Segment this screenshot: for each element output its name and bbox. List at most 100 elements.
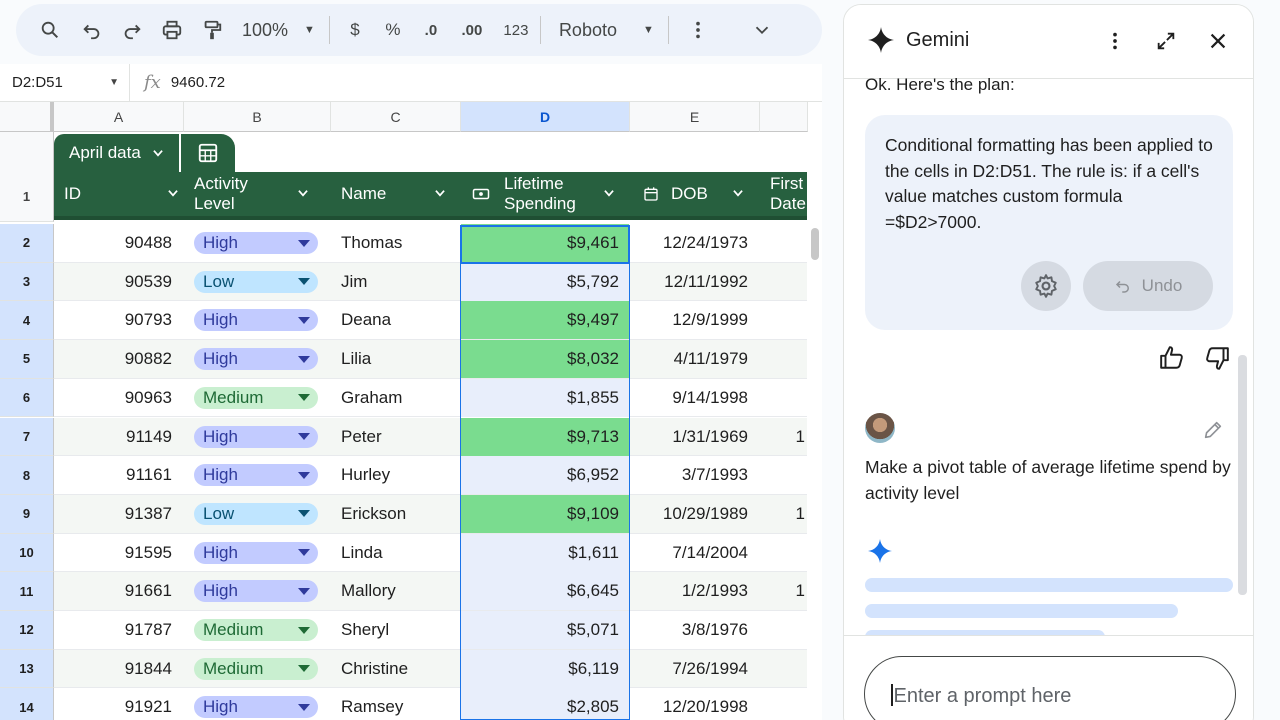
cell-first-date[interactable] (758, 263, 807, 301)
header-activity[interactable]: Activity Level (194, 172, 324, 216)
column-header-b[interactable]: B (184, 102, 331, 132)
cell-first-date[interactable] (758, 340, 807, 378)
cell-activity[interactable]: Medium (194, 379, 318, 417)
header-id[interactable]: ID (64, 172, 194, 216)
cell-first-date[interactable] (758, 379, 807, 417)
column-header-d[interactable]: D (461, 102, 630, 132)
cell-first-date[interactable] (758, 456, 807, 494)
cell-name[interactable]: Peter (341, 418, 459, 456)
cell-dob[interactable]: 1/2/1993 (630, 572, 758, 610)
activity-dropdown-chip[interactable]: High (194, 348, 318, 371)
cell-first-date[interactable]: 1 (758, 418, 807, 456)
cell-dob[interactable]: 7/14/2004 (630, 534, 758, 572)
activity-dropdown-chip[interactable]: High (194, 696, 318, 719)
cell-activity[interactable]: Medium (194, 611, 318, 649)
cell-activity[interactable]: Low (194, 495, 318, 533)
redo-icon[interactable] (114, 12, 150, 48)
row-header[interactable]: 10 (0, 533, 54, 573)
cell-name[interactable]: Lilia (341, 340, 459, 378)
thumbs-up-icon[interactable] (1159, 345, 1185, 371)
cell-first-date[interactable]: 1 (758, 572, 807, 610)
table-settings-button[interactable] (180, 134, 235, 172)
cell-dob[interactable]: 9/14/1998 (630, 379, 758, 417)
search-icon[interactable] (36, 12, 64, 48)
cell-lifetime-spending[interactable]: $5,792 (461, 262, 629, 301)
row-header[interactable]: 4 (0, 301, 54, 341)
activity-dropdown-chip[interactable]: High (194, 464, 318, 487)
activity-dropdown-chip[interactable]: Low (194, 270, 318, 293)
cell-first-date[interactable] (758, 688, 807, 720)
cell-lifetime-spending[interactable]: $6,952 (461, 456, 629, 495)
undo-icon[interactable] (74, 12, 110, 48)
cell-first-date[interactable] (758, 301, 807, 339)
cell-name[interactable]: Mallory (341, 572, 459, 610)
print-icon[interactable] (154, 12, 190, 48)
cell-id[interactable]: 90963 (54, 379, 182, 417)
row-header[interactable]: 12 (0, 611, 54, 650)
zoom-select[interactable]: 100% ▼ (242, 12, 315, 48)
cell-dob[interactable]: 12/24/1973 (630, 224, 758, 262)
cell-dob[interactable]: 12/11/1992 (630, 263, 758, 301)
cell-name[interactable]: Jim (341, 263, 459, 301)
cell-id[interactable]: 91595 (54, 534, 182, 572)
row-header[interactable]: 2 (0, 224, 54, 263)
grid-scrollbar-track[interactable] (808, 220, 822, 720)
cell-lifetime-spending[interactable]: $9,461 (461, 224, 629, 262)
activity-dropdown-chip[interactable]: High (194, 232, 318, 254)
activity-dropdown-chip[interactable]: High (194, 425, 318, 448)
cell-activity[interactable]: Medium (194, 650, 318, 688)
row-header[interactable]: 8 (0, 456, 54, 495)
cell-dob[interactable]: 3/7/1993 (630, 456, 758, 494)
increase-decimal-button[interactable]: .00 (452, 12, 492, 48)
cell-first-date[interactable]: 1 (758, 495, 807, 533)
cell-activity[interactable]: High (194, 224, 318, 262)
row-header[interactable]: 6 (0, 378, 54, 418)
select-all-corner[interactable] (0, 102, 54, 132)
close-icon[interactable] (1204, 27, 1232, 55)
cell-id[interactable]: 90882 (54, 340, 182, 378)
cell-dob[interactable]: 10/29/1989 (630, 495, 758, 533)
cell-dob[interactable]: 12/9/1999 (630, 301, 758, 339)
cell-name[interactable]: Deana (341, 301, 459, 339)
cell-name[interactable]: Graham (341, 379, 459, 417)
cell-activity[interactable]: High (194, 572, 318, 610)
cell-activity[interactable]: High (194, 301, 318, 339)
cell-first-date[interactable] (758, 534, 807, 572)
row-header[interactable]: 3 (0, 262, 54, 302)
activity-dropdown-chip[interactable]: Medium (194, 619, 318, 641)
cell-first-date[interactable] (758, 224, 807, 262)
cell-lifetime-spending[interactable]: $9,713 (461, 417, 629, 456)
header-dob[interactable]: DOB (643, 172, 759, 216)
cell-name[interactable]: Erickson (341, 495, 459, 533)
cell-name[interactable]: Linda (341, 534, 459, 572)
cell-id[interactable]: 91787 (54, 611, 182, 649)
column-header-a[interactable]: A (54, 102, 184, 132)
cell-first-date[interactable] (758, 650, 807, 688)
activity-dropdown-chip[interactable]: High (194, 580, 318, 603)
cell-first-date[interactable] (758, 611, 807, 649)
cell-lifetime-spending[interactable]: $2,805 (461, 688, 629, 720)
cell-dob[interactable]: 7/26/1994 (630, 650, 758, 688)
header-lifetime-spending[interactable]: Lifetime Spending (472, 172, 630, 216)
cell-id[interactable]: 90488 (54, 224, 182, 262)
cell-activity[interactable]: High (194, 340, 318, 378)
more-vert-icon[interactable] (1101, 27, 1129, 55)
cell-id[interactable]: 90793 (54, 301, 182, 339)
cell-id[interactable]: 91149 (54, 418, 182, 456)
cell-name[interactable]: Ramsey (341, 688, 459, 720)
activity-dropdown-chip[interactable]: Medium (194, 657, 318, 680)
cell-name[interactable]: Sheryl (341, 611, 459, 649)
paint-format-icon[interactable] (194, 12, 230, 48)
grid-scrollbar-thumb[interactable] (811, 228, 819, 260)
prompt-input[interactable]: Enter a prompt here (864, 656, 1236, 720)
percent-button[interactable]: % (376, 12, 410, 48)
font-select[interactable]: Roboto ▼ (559, 12, 654, 48)
chevron-down-icon[interactable] (747, 12, 777, 48)
cell-id[interactable]: 91921 (54, 688, 182, 720)
currency-button[interactable]: $ (338, 12, 372, 48)
header-name[interactable]: Name (341, 172, 461, 216)
cell-activity[interactable]: High (194, 418, 318, 456)
settings-button[interactable] (1021, 261, 1071, 311)
table-name-button[interactable]: April data (54, 134, 179, 172)
row-header[interactable]: 13 (0, 649, 54, 689)
